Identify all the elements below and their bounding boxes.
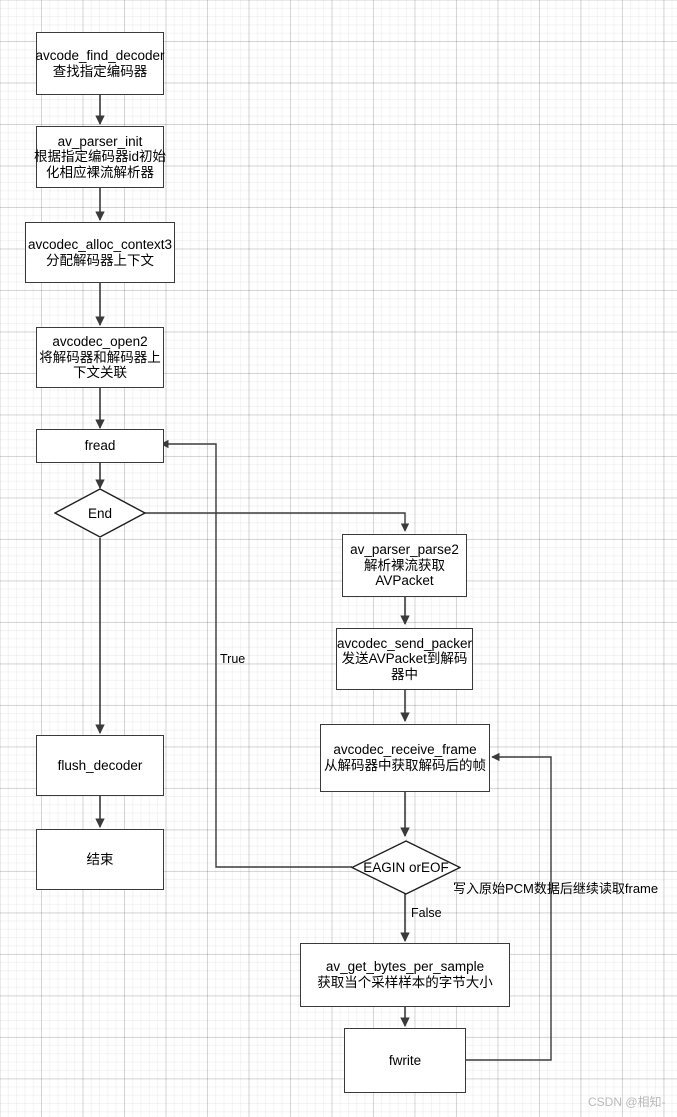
node-line-1: av_parser_parse2 bbox=[350, 542, 459, 558]
node-line-1: EAGIN orEOF bbox=[363, 860, 449, 875]
node-end-decision[interactable]: End bbox=[54, 488, 146, 538]
node-line-2: 发送AVPacket到解码 bbox=[341, 651, 468, 667]
node-line-1: avcode_find_decoder bbox=[35, 47, 165, 63]
node-eagin-or-eof-decision[interactable]: EAGIN orEOF bbox=[351, 840, 461, 895]
edge-fwrite-to-receive-frame bbox=[466, 752, 552, 1061]
node-line-2: 查找指定编码器 bbox=[52, 63, 148, 79]
node-line-2: 获取当个采样样本的字节大小 bbox=[317, 975, 493, 990]
node-line-1: fread bbox=[84, 438, 116, 454]
node-line-3: 化相应裸流解析器 bbox=[46, 164, 154, 180]
node-av-parser-init[interactable]: av_parser_init 根据指定编码器id初始 化相应裸流解析器 bbox=[34, 126, 167, 188]
node-line-2: 根据指定编码器id初始 bbox=[34, 149, 167, 165]
node-line-1: 结束 bbox=[86, 851, 114, 867]
node-line-2: 从解码器中获取解码后的帧 bbox=[324, 758, 486, 773]
node-av-get-bytes-per-sample[interactable]: av_get_bytes_per_sample 获取当个采样样本的字节大小 bbox=[300, 943, 510, 1007]
node-line-1: avcodec_receive_frame bbox=[333, 742, 477, 758]
node-line-1: End bbox=[87, 505, 113, 521]
node-avcodec-open2[interactable]: avcodec_open2 将解码器和解码器上 下文关联 bbox=[36, 327, 164, 388]
node-line-1: avcodec_open2 bbox=[52, 334, 148, 350]
node-line-1: av_parser_init bbox=[57, 133, 143, 149]
edge-label-true: True bbox=[220, 652, 246, 666]
node-line-3: 下文关联 bbox=[73, 365, 127, 381]
node-avcode-find-decoder[interactable]: avcode_find_decoder 查找指定编码器 bbox=[35, 32, 165, 95]
node-line-1: av_get_bytes_per_sample bbox=[325, 959, 485, 975]
node-line-2: 分配解码器上下文 bbox=[46, 252, 154, 268]
node-line-3: 器中 bbox=[391, 666, 418, 682]
node-line-2: 解析裸流获取 bbox=[364, 557, 445, 573]
edge-end-to-parser-parse2 bbox=[137, 512, 410, 532]
node-line-1: avcodec_alloc_context3 bbox=[27, 236, 173, 252]
node-fwrite[interactable]: fwrite bbox=[344, 1028, 466, 1093]
node-line-1: avcodec_send_packer bbox=[336, 635, 473, 651]
node-flush-decoder[interactable]: flush_decoder bbox=[36, 735, 164, 796]
node-avcodec-receive-frame[interactable]: avcodec_receive_frame 从解码器中获取解码后的帧 bbox=[320, 724, 490, 792]
annotation-pcm-note: 写入原始PCM数据后继续读取frame bbox=[453, 881, 659, 896]
node-avcodec-send-packer[interactable]: avcodec_send_packer 发送AVPacket到解码 器中 bbox=[336, 628, 473, 690]
node-line-2: 将解码器和解码器上 bbox=[39, 349, 161, 365]
edge-eagin-true-to-fread bbox=[160, 439, 352, 868]
node-av-parser-parse2[interactable]: av_parser_parse2 解析裸流获取 AVPacket bbox=[342, 534, 467, 597]
csdn-watermark: CSDN @相知- bbox=[588, 1095, 666, 1109]
node-finish[interactable]: 结束 bbox=[36, 829, 164, 890]
node-line-3: AVPacket bbox=[375, 573, 434, 589]
node-line-1: fwrite bbox=[388, 1052, 422, 1068]
edge-label-false: False bbox=[411, 906, 442, 920]
node-avcodec-alloc-context3[interactable]: avcodec_alloc_context3 分配解码器上下文 bbox=[25, 222, 175, 283]
node-line-1: flush_decoder bbox=[57, 757, 143, 773]
node-fread[interactable]: fread bbox=[36, 429, 164, 463]
flowchart-canvas: avcode_find_decoder 查找指定编码器 av_parser_in… bbox=[0, 0, 677, 1117]
